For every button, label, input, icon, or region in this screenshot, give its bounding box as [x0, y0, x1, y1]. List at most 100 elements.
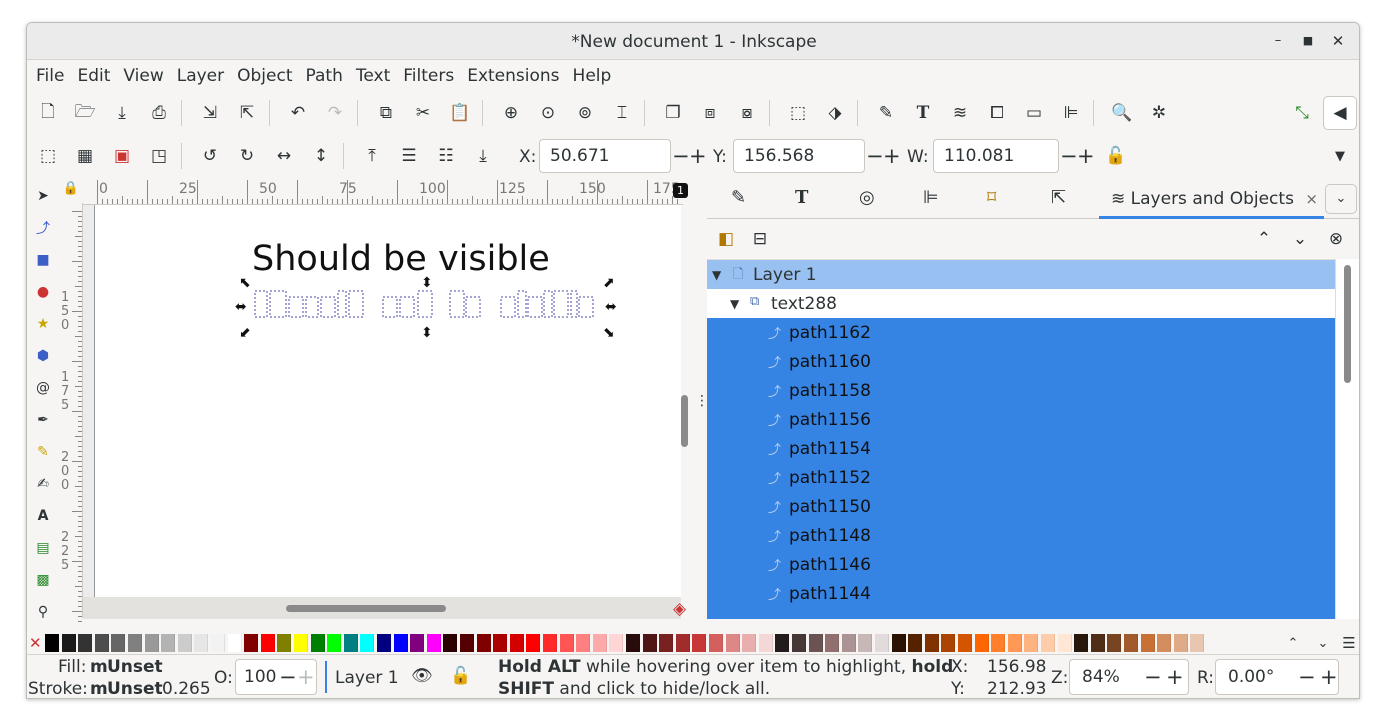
- canvas-horizontal-scrollbar[interactable]: ◈: [83, 597, 686, 619]
- remove-icon[interactable]: ⊗: [1323, 226, 1349, 252]
- color-swatch[interactable]: [260, 634, 275, 652]
- star-tool-icon[interactable]: ★: [32, 313, 54, 335]
- menu-text[interactable]: Text: [351, 66, 398, 86]
- selection-box[interactable]: ⬉ ⬈ ⬋ ⬊ ⬌ ⬌ ⬍ ⬍: [235, 275, 625, 345]
- color-swatch[interactable]: [476, 634, 491, 652]
- lower-to-bottom-icon[interactable]: ⤓: [470, 143, 496, 169]
- color-swatch[interactable]: [592, 634, 607, 652]
- tab-align-icon[interactable]: ⊫: [923, 187, 939, 208]
- color-swatch[interactable]: [841, 634, 856, 652]
- select-all-layers-icon[interactable]: ▦: [72, 143, 98, 169]
- color-swatch[interactable]: [360, 634, 375, 652]
- color-swatch[interactable]: [161, 634, 176, 652]
- color-swatch[interactable]: [526, 634, 541, 652]
- zoom-increment[interactable]: +: [1166, 667, 1184, 688]
- fill-stroke-icon[interactable]: ✎: [873, 100, 899, 126]
- color-swatch[interactable]: [974, 634, 989, 652]
- color-swatch[interactable]: [626, 634, 640, 652]
- palette-scroll-up-icon[interactable]: ⌃: [1280, 630, 1306, 656]
- tree-row-group[interactable]: ▼ ⧉ text288: [707, 289, 1335, 318]
- color-swatch[interactable]: [128, 634, 142, 652]
- y-field[interactable]: 156.568: [733, 139, 865, 173]
- color-swatch[interactable]: [924, 634, 939, 652]
- import-icon[interactable]: ⇲: [197, 100, 223, 126]
- color-swatch[interactable]: [576, 634, 591, 652]
- tree-row-path[interactable]: ⤴ path1154: [707, 434, 1335, 463]
- tree-scrollbar[interactable]: [1335, 259, 1359, 619]
- menu-filters[interactable]: Filters: [398, 66, 462, 86]
- tree-row-path[interactable]: ⤴ path1144: [707, 579, 1335, 608]
- zoom-page-icon[interactable]: ⊚: [572, 100, 598, 126]
- color-swatch[interactable]: [958, 634, 972, 652]
- color-swatch[interactable]: [294, 634, 308, 652]
- gradient-tool-icon[interactable]: ▤: [32, 537, 54, 559]
- color-swatch[interactable]: [991, 634, 1006, 652]
- paste-icon[interactable]: 📋: [447, 100, 473, 126]
- zoom-selection-icon[interactable]: ⊕: [498, 100, 524, 126]
- redo-icon[interactable]: ↷: [322, 100, 348, 126]
- color-swatch[interactable]: [327, 634, 342, 652]
- drawing-canvas[interactable]: Should be visible ⬉ ⬈ ⬋ ⬊ ⬌ ⬌ ⬍ ⬍: [83, 205, 681, 597]
- menu-edit[interactable]: Edit: [72, 66, 118, 86]
- unlink-clone-icon[interactable]: ⧇: [734, 100, 760, 126]
- cut-icon[interactable]: ✂: [410, 100, 436, 126]
- color-palette[interactable]: ✕ ⌃ ⌄ ☰: [27, 630, 1359, 656]
- color-swatch[interactable]: [675, 634, 690, 652]
- color-swatch[interactable]: [343, 634, 358, 652]
- rotate-ccw-icon[interactable]: ↺: [197, 143, 223, 169]
- y-increment[interactable]: +: [883, 146, 901, 167]
- palette-scroll-down-icon[interactable]: ⌄: [1310, 630, 1336, 656]
- color-swatch[interactable]: [642, 634, 657, 652]
- add-layer-icon[interactable]: ◧: [713, 226, 739, 252]
- tree-row-path[interactable]: ⤴ path1162: [707, 318, 1335, 347]
- w-decrement[interactable]: −: [1060, 146, 1078, 167]
- menu-layer[interactable]: Layer: [172, 66, 232, 86]
- no-paint-swatch[interactable]: ✕: [29, 634, 43, 652]
- color-swatch[interactable]: [1173, 634, 1188, 652]
- lock-ratio-icon[interactable]: 🔓: [1103, 143, 1129, 169]
- xml-editor-icon[interactable]: ⧠: [984, 100, 1010, 126]
- tree-row-path[interactable]: ⤴ path1146: [707, 550, 1335, 579]
- color-swatch[interactable]: [277, 634, 292, 652]
- color-swatch[interactable]: [393, 634, 408, 652]
- color-swatch[interactable]: [177, 634, 192, 652]
- 3d-box-tool-icon[interactable]: ⬢: [32, 345, 54, 367]
- zoom-drawing-icon[interactable]: ⊙: [535, 100, 561, 126]
- overflow-menu-icon[interactable]: ▼: [1327, 143, 1353, 169]
- collapse-toolbar-icon[interactable]: ◀: [1323, 96, 1357, 130]
- tab-layers-and-objects[interactable]: ≋ Layers and Objects ×: [1099, 179, 1324, 219]
- tree-row-path[interactable]: ⤴ path1160: [707, 347, 1335, 376]
- rotate-cw-icon[interactable]: ↻: [234, 143, 260, 169]
- save-icon[interactable]: ⤓: [109, 100, 135, 126]
- new-document-icon[interactable]: 🗋: [35, 100, 61, 126]
- x-increment[interactable]: +: [689, 146, 707, 167]
- color-swatch[interactable]: [941, 634, 956, 652]
- fill-value[interactable]: Unset: [107, 657, 163, 677]
- open-icon[interactable]: 🗁: [72, 100, 98, 126]
- tree-row-path[interactable]: ⤴ path1150: [707, 492, 1335, 521]
- w-increment[interactable]: +: [1077, 146, 1095, 167]
- flip-horizontal-icon[interactable]: ↔: [271, 143, 297, 169]
- expand-triangle-icon[interactable]: ▼: [730, 297, 739, 311]
- selector-tool-icon[interactable]: ➤: [32, 185, 54, 207]
- color-swatch[interactable]: [725, 634, 740, 652]
- color-management-icon[interactable]: ◈: [673, 599, 686, 619]
- tree-row-layer[interactable]: ▼ 🗋 Layer 1: [707, 260, 1335, 289]
- zoom-page-width-icon[interactable]: ⌶: [609, 100, 635, 126]
- menu-object[interactable]: Object: [232, 66, 300, 86]
- tab-transform-icon[interactable]: ⌑: [987, 187, 996, 208]
- select-all-icon[interactable]: ⬚: [35, 143, 61, 169]
- color-swatch[interactable]: [709, 634, 723, 652]
- color-swatch[interactable]: [211, 634, 225, 652]
- canvas-vertical-scrollbar[interactable]: [678, 205, 694, 597]
- tree-row-path[interactable]: ⤴ path1148: [707, 521, 1335, 550]
- pen-tool-icon[interactable]: ✒: [32, 409, 54, 431]
- opacity-decrement[interactable]: −: [279, 667, 297, 688]
- tree-row-path[interactable]: ⤴ path1156: [707, 405, 1335, 434]
- calligraphy-tool-icon[interactable]: ✍: [32, 473, 54, 495]
- tab-symbols-icon[interactable]: ◎: [859, 187, 875, 208]
- color-swatch[interactable]: [410, 634, 425, 652]
- find-icon[interactable]: 🔍: [1109, 100, 1135, 126]
- color-swatch[interactable]: [94, 634, 109, 652]
- layer-lock-icon[interactable]: 🔓: [450, 666, 471, 686]
